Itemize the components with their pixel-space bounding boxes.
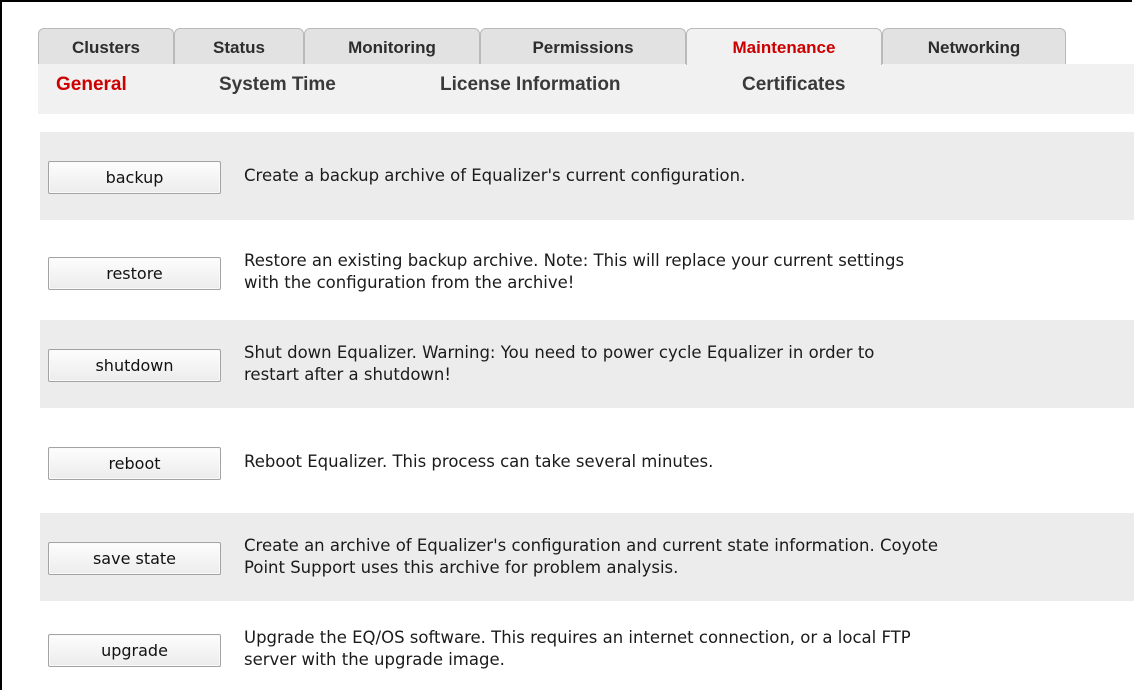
action-row-shutdown: shutdown Shut down Equalizer. Warning: Y… xyxy=(40,320,1134,408)
subtab-system-time[interactable]: System Time xyxy=(219,74,336,96)
main-tab-bar: Clusters Status Monitoring Permissions M… xyxy=(38,28,1134,65)
action-row-restore: restore Restore an existing backup archi… xyxy=(40,228,1134,316)
save-state-button[interactable]: save state xyxy=(48,542,221,575)
subtab-certificates[interactable]: Certificates xyxy=(742,74,846,96)
tab-networking[interactable]: Networking xyxy=(882,28,1066,64)
tab-status[interactable]: Status xyxy=(174,28,304,64)
upgrade-button[interactable]: upgrade xyxy=(48,634,221,667)
action-row-upgrade: upgrade Upgrade the EQ/OS software. This… xyxy=(40,605,1134,693)
tab-permissions[interactable]: Permissions xyxy=(480,28,686,64)
shutdown-button[interactable]: shutdown xyxy=(48,349,221,382)
action-row-save-state: save state Create an archive of Equalize… xyxy=(40,513,1134,601)
subtab-license-information[interactable]: License Information xyxy=(440,74,621,96)
restore-description: Restore an existing backup archive. Note… xyxy=(244,251,905,292)
tab-maintenance[interactable]: Maintenance xyxy=(686,28,882,65)
sub-tab-bar: General System Time License Information … xyxy=(38,64,1134,114)
upgrade-description: Upgrade the EQ/OS software. This require… xyxy=(244,628,911,669)
backup-button[interactable]: backup xyxy=(48,161,221,194)
reboot-description: Reboot Equalizer. This process can take … xyxy=(244,452,714,471)
action-row-reboot: reboot Reboot Equalizer. This process ca… xyxy=(40,418,1134,506)
reboot-button[interactable]: reboot xyxy=(48,447,221,480)
shutdown-description: Shut down Equalizer. Warning: You need t… xyxy=(244,343,875,384)
tab-clusters[interactable]: Clusters xyxy=(38,28,174,64)
action-row-backup: backup Create a backup archive of Equali… xyxy=(40,132,1134,220)
restore-button[interactable]: restore xyxy=(48,257,221,290)
tab-monitoring[interactable]: Monitoring xyxy=(304,28,480,64)
subtab-general[interactable]: General xyxy=(56,74,127,96)
backup-description: Create a backup archive of Equalizer's c… xyxy=(244,166,746,185)
save-state-description: Create an archive of Equalizer's configu… xyxy=(244,536,939,577)
app-frame: Clusters Status Monitoring Permissions M… xyxy=(0,0,1134,693)
